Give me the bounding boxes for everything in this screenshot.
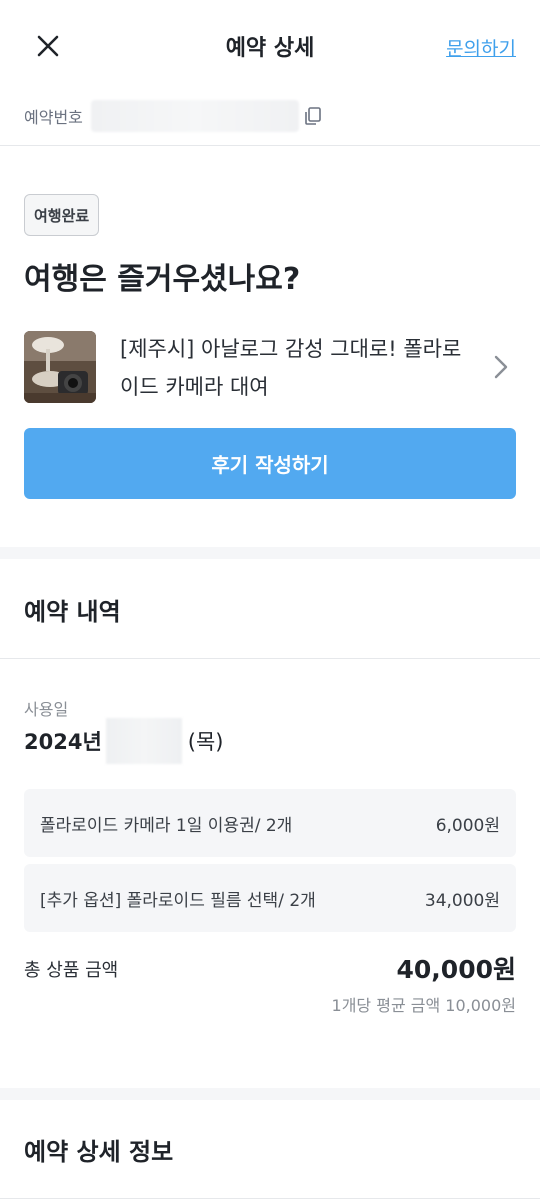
product-row[interactable]: [제주시] 아날로그 감성 그대로! 폴라로이드 카메라 대여 (24, 328, 516, 408)
write-review-button[interactable]: 후기 작성하기 (24, 428, 516, 499)
total-label: 총 상품 금액 (24, 960, 119, 981)
use-date-year: 2024년 (24, 730, 102, 754)
reservation-number-value-blurred (90, 100, 299, 132)
headline: 여행은 즐거우셨나요? (24, 262, 301, 297)
reservation-number-label: 예약번호 (24, 108, 83, 127)
copy-button[interactable] (301, 104, 325, 128)
status-badge: 여행완료 (24, 194, 100, 236)
inquiry-link[interactable]: 문의하기 (446, 34, 516, 61)
use-date-day: (목) (187, 730, 224, 754)
header: 예약 상세 문의하기 (0, 0, 540, 96)
divider (0, 145, 540, 146)
use-date-blurred (105, 718, 182, 764)
line-item-name: [추가 옵션] 폴라로이드 필름 선택/ 2개 (40, 890, 316, 911)
use-date: 2024년 (목) (24, 718, 224, 764)
line-item-name: 폴라로이드 카메라 1일 이용권/ 2개 (40, 815, 293, 836)
section-separator (0, 547, 540, 559)
divider (0, 658, 540, 659)
average-price: 1개당 평균 금액 10,000원 (331, 996, 516, 1015)
product-name: [제주시] 아날로그 감성 그대로! 폴라로이드 카메라 대여 (120, 337, 462, 399)
product-thumbnail (24, 331, 96, 403)
details-section-title: 예약 내역 (24, 598, 121, 626)
use-date-label: 사용일 (24, 700, 69, 719)
info-section-title: 예약 상세 정보 (24, 1138, 174, 1166)
section-separator (0, 1088, 540, 1100)
chevron-right-icon (494, 355, 508, 379)
line-item-price: 6,000원 (435, 815, 500, 836)
line-item: 폴라로이드 카메라 1일 이용권/ 2개 6,000원 (24, 789, 516, 857)
line-item-price: 34,000원 (424, 890, 500, 911)
total-value: 40,000원 (396, 955, 516, 984)
divider (0, 1198, 540, 1199)
reservation-number-row: 예약번호 (24, 100, 325, 132)
copy-icon (305, 107, 321, 125)
line-item: [추가 옵션] 폴라로이드 필름 선택/ 2개 34,000원 (24, 864, 516, 932)
